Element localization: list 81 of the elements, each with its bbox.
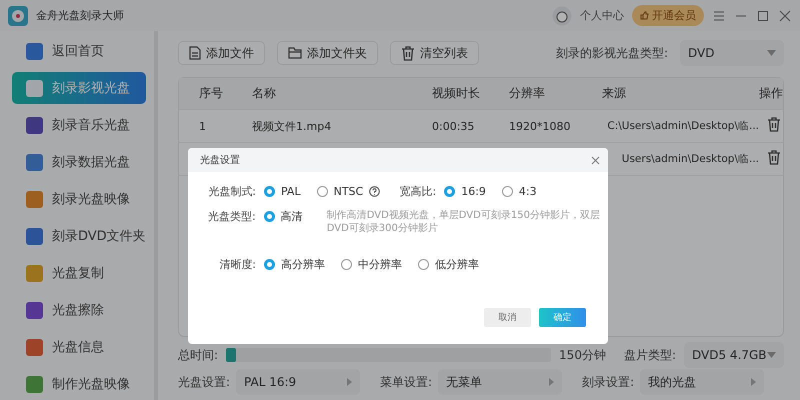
sidebar-item[interactable]: 刻录音乐光盘 [12,109,146,141]
radio-option[interactable]: 高分辨率 [264,257,325,272]
folder-icon [288,47,302,59]
app-icon [26,80,43,96]
table-cell: 0:00:35 [432,120,474,133]
close-icon[interactable] [591,156,600,164]
avatar-icon[interactable] [552,6,572,26]
setting-label: 菜单设置: [380,374,432,390]
radio-option[interactable]: PAL [264,185,301,198]
toolbar-button[interactable]: 添加文件夹 [277,41,378,65]
chevron-right-icon [549,378,554,386]
chevron-right-icon [751,378,756,386]
cancel-button[interactable]: 取消 [484,308,531,327]
radio-option[interactable]: 高清 [264,209,303,224]
app-icon [26,264,43,282]
app-icon [26,376,43,392]
column-header: 操作 [759,85,783,102]
app-icon [26,42,43,60]
column-header: 名称 [252,85,277,102]
table-cell-text: C:\Users\admin\Desktop\临... [606,119,759,133]
column-header: 视频时长 [432,85,481,102]
app-icon [26,228,43,244]
table-cell: 1920*1080 [509,120,570,133]
app-icon [26,190,43,208]
column-header: 分辨率 [509,85,546,102]
description-text: 制作高清DVD视频光盘，单层DVD可刻录150分钟影片，双层DVD可刻录300分钟影片 [326,209,601,235]
radio-option[interactable]: NTSC [316,185,380,198]
setting-select[interactable]: 无菜单 [438,369,562,395]
field-label: 清晰度: [218,257,256,272]
user-center-link[interactable]: 个人中心 [580,8,624,23]
file-icon [189,46,201,60]
disc-type-label: 刻录的影视光盘类型: [556,44,668,62]
sidebar-item[interactable]: 光盘擦除 [12,294,146,326]
media-type-select[interactable]: DVD5 4.7GB [684,342,784,368]
field-label: 光盘制式: [208,184,256,199]
field-label: 宽高比: [398,184,436,199]
menu-icon[interactable] [712,8,726,22]
table-cell: 视频文件1.mp4 [252,120,332,132]
delete-icon[interactable] [767,150,781,165]
maximize-icon[interactable] [756,8,770,22]
app-icon [26,154,43,170]
sidebar-item[interactable]: 返回首页 [12,35,146,67]
radio-option[interactable]: 低分辨率 [418,257,479,272]
radio-option[interactable]: 中分辨率 [341,257,402,272]
sidebar-item[interactable]: 光盘复制 [12,257,146,289]
dialog-title: 光盘设置 [200,154,240,167]
sidebar-item[interactable]: 刻录DVD文件夹 [12,220,146,252]
sidebar-item[interactable]: 光盘信息 [12,331,146,363]
chevron-right-icon [347,378,352,386]
sidebar-item[interactable]: 刻录数据光盘 [12,146,146,178]
dropdown-arrow-icon [767,50,776,56]
table-cell-text: Users\admin\Desktop\临... [620,152,759,166]
trash-icon [401,46,415,60]
vip-button[interactable]: 开通会员 [632,5,704,26]
column-header: 来源 [602,85,627,102]
dropdown-arrow-icon [767,352,776,358]
setting-select[interactable]: 我的光盘 [640,369,764,395]
column-header: 序号 [199,85,224,102]
app-title: 金舟光盘刻录大师 [36,8,125,23]
sidebar-item[interactable]: 制作光盘映像 [12,368,146,400]
disc-type-select[interactable]: DVD [680,40,784,66]
setting-label: 刻录设置: [582,374,634,390]
thumb-icon [640,11,649,20]
media-type-label: 盘片类型: [624,346,676,364]
table-cell: 1 [199,120,206,133]
setting-label: 光盘设置: [178,374,230,390]
toolbar-button[interactable]: 清空列表 [390,41,479,65]
radio-option[interactable]: 4:3 [502,185,537,198]
toolbar-button[interactable]: 添加文件 [178,41,265,65]
close-icon[interactable] [778,8,792,22]
capacity-text: 150分钟 [559,346,606,364]
app-icon [26,302,43,318]
delete-icon[interactable] [767,117,781,132]
field-label: 光盘类型: [208,209,256,224]
setting-select[interactable]: PAL 16:9 [236,369,360,395]
disc-logo-icon [8,6,28,26]
radio-option[interactable]: 16:9 [444,185,486,198]
total-time-label: 总时间: [178,346,218,364]
sidebar-item[interactable]: 刻录光盘映像 [12,183,146,215]
app-icon [26,338,43,356]
app-icon [26,116,43,134]
